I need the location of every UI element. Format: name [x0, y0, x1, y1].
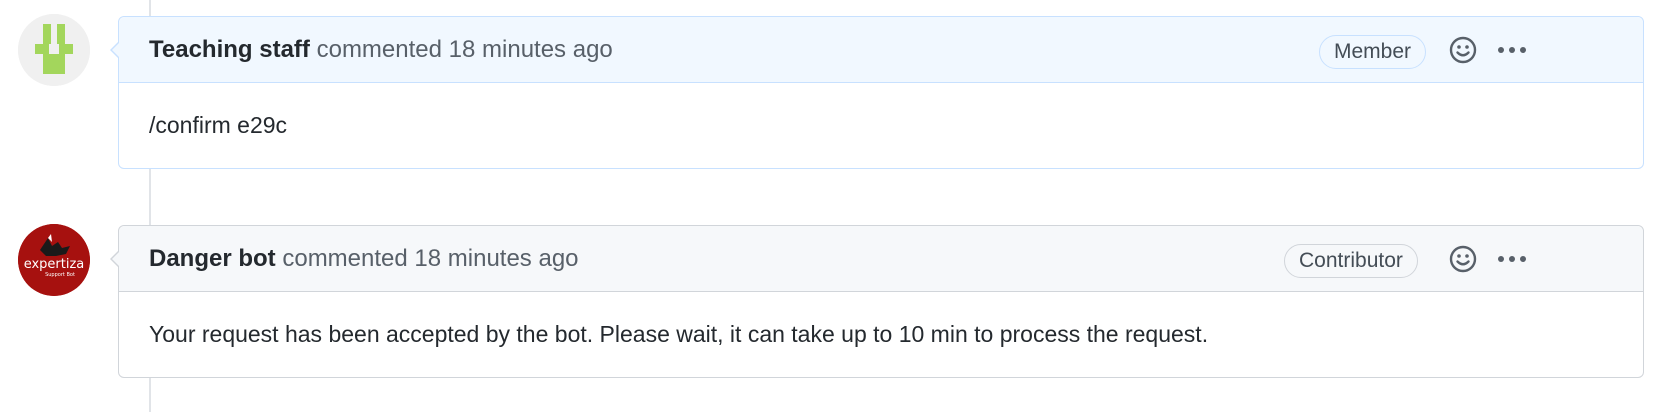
- comment-header-text: Teaching staff commented 18 minutes ago: [149, 35, 613, 65]
- add-reaction-button[interactable]: [1448, 244, 1478, 274]
- kebab-horizontal-icon: [1498, 47, 1526, 53]
- comment-body: Your request has been accepted by the bo…: [149, 321, 1209, 347]
- svg-text:expertiza: expertiza: [24, 257, 85, 272]
- comment-caret: [110, 41, 120, 59]
- comment-timestamp[interactable]: 18 minutes ago: [449, 36, 613, 63]
- smiley-icon: [1449, 245, 1477, 273]
- comment-header: Danger bot commented 18 minutes ago Cont…: [119, 226, 1643, 292]
- expertiza-logo-icon: expertiza Support Bot: [18, 224, 90, 296]
- author-name[interactable]: Teaching staff: [149, 36, 310, 63]
- comment-timestamp[interactable]: 18 minutes ago: [414, 245, 578, 272]
- author-association-badge: Contributor: [1284, 244, 1418, 278]
- more-options-button[interactable]: [1495, 244, 1529, 274]
- add-reaction-button[interactable]: [1448, 35, 1478, 65]
- comment-action: commented: [282, 245, 408, 272]
- kebab-horizontal-icon: [1498, 256, 1526, 262]
- smiley-icon: [1449, 36, 1477, 64]
- avatar[interactable]: [18, 14, 90, 86]
- more-options-button[interactable]: [1495, 35, 1529, 65]
- comment-body: /confirm e29c: [149, 112, 288, 138]
- svg-text:Support Bot: Support Bot: [45, 272, 75, 278]
- comment-caret: [110, 250, 120, 268]
- comment-header-text: Danger bot commented 18 minutes ago: [149, 244, 579, 274]
- comment-header: Teaching staff commented 18 minutes ago …: [119, 17, 1643, 83]
- comment-action: commented: [316, 36, 442, 63]
- comment-box: Danger bot commented 18 minutes ago Cont…: [110, 225, 1644, 378]
- author-association-badge: Member: [1319, 35, 1427, 69]
- identicon-image: [18, 14, 90, 86]
- avatar[interactable]: expertiza Support Bot: [18, 224, 90, 296]
- comment-box: Teaching staff commented 18 minutes ago …: [110, 16, 1644, 169]
- author-name[interactable]: Danger bot: [149, 245, 276, 272]
